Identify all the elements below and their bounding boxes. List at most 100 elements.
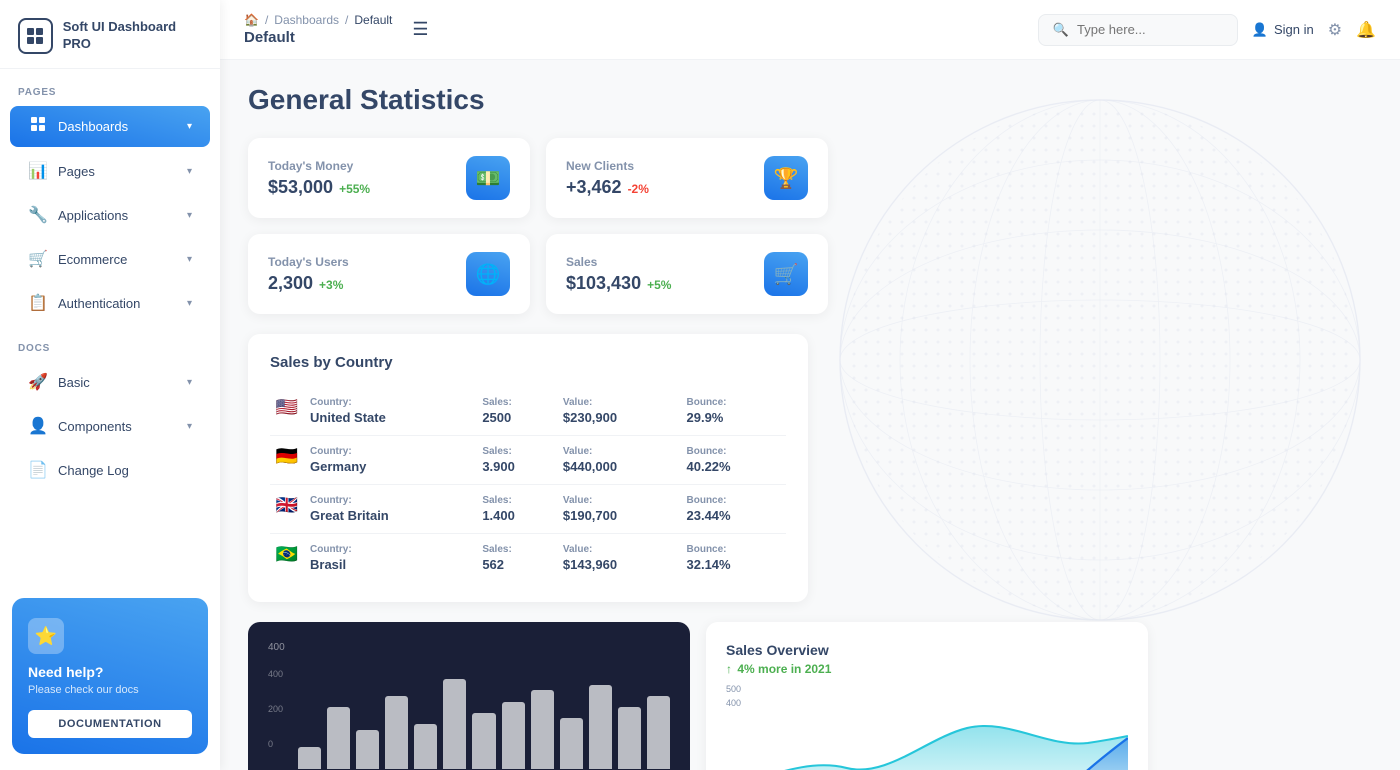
search-icon: 🔍 <box>1053 22 1069 38</box>
value-cell: Value:$190,700 <box>559 485 683 534</box>
stat-value-sales: $103,430 <box>566 273 641 294</box>
breadcrumb-parent[interactable]: Dashboards <box>274 13 339 27</box>
main-content: 🏠 / Dashboards / Default Default ☰ 🔍 👤 S… <box>220 0 1400 770</box>
country-cell: Country:United State <box>306 387 478 436</box>
flag-icon: 🇬🇧 <box>274 495 300 515</box>
flag-icon: 🇩🇪 <box>274 446 300 466</box>
bar <box>385 696 408 769</box>
value-cell: Value:$230,900 <box>559 387 683 436</box>
line-chart-area <box>726 718 1128 770</box>
sales-cell: Sales:2500 <box>478 387 559 436</box>
help-title: Need help? <box>28 664 103 680</box>
sales-by-country-title: Sales by Country <box>270 354 786 371</box>
sidebar-item-components[interactable]: 👤 Components ▾ <box>10 406 210 446</box>
home-icon: 🏠 <box>244 13 259 27</box>
breadcrumb-links: 🏠 / Dashboards / Default <box>244 13 392 27</box>
bar-chart-card: 400 400 200 0 <box>248 622 690 770</box>
topbar: 🏠 / Dashboards / Default Default ☰ 🔍 👤 S… <box>220 0 1400 60</box>
bar <box>647 696 670 769</box>
applications-icon: 🔧 <box>28 205 48 225</box>
bar <box>560 718 583 769</box>
stat-value-clients: +3,462 <box>566 177 622 198</box>
stats-row: Today's Money $53,000 +55% 💵 New Clients… <box>248 138 828 314</box>
stat-label-sales: Sales <box>566 255 671 269</box>
bar <box>531 690 554 769</box>
stat-card-users: Today's Users 2,300 +3% 🌐 <box>248 234 530 314</box>
bar <box>618 707 641 769</box>
bar <box>589 685 612 769</box>
sidebar-item-pages[interactable]: 📊 Pages ▾ <box>10 151 210 191</box>
sidebar-section-docs: DOCS <box>0 325 220 360</box>
stat-icon-money: 💵 <box>466 156 510 200</box>
bounce-cell: Bounce:40.22% <box>683 436 787 485</box>
changelog-icon: 📄 <box>28 460 48 480</box>
sidebar-item-label-dashboards: Dashboards <box>58 119 128 134</box>
arrow-up-icon: ↑ <box>726 662 732 676</box>
stat-icon-users: 🌐 <box>466 252 510 296</box>
table-row: 🇧🇷 Country:Brasil Sales:562 Value:$143,9… <box>270 534 786 583</box>
table-row: 🇺🇸 Country:United State Sales:2500 Value… <box>270 387 786 436</box>
flag-icon: 🇺🇸 <box>274 397 300 417</box>
value-cell: Value:$143,960 <box>559 534 683 583</box>
breadcrumb-current: Default <box>354 13 392 27</box>
stat-change-clients: -2% <box>628 182 649 196</box>
stat-card-sales: Sales $103,430 +5% 🛒 <box>546 234 828 314</box>
stat-icon-sales: 🛒 <box>764 252 808 296</box>
help-subtitle: Please check our docs <box>28 684 139 696</box>
search-box[interactable]: 🔍 <box>1038 14 1238 46</box>
user-circle-icon: 👤 <box>1252 22 1268 38</box>
stat-icon-clients: 🏆 <box>764 156 808 200</box>
basic-chevron: ▾ <box>187 377 192 388</box>
bar <box>502 702 525 770</box>
help-star-icon: ⭐ <box>28 618 64 654</box>
bar <box>327 707 350 769</box>
documentation-button[interactable]: DOCUMENTATION <box>28 710 192 738</box>
sales-cell: Sales:1.400 <box>478 485 559 534</box>
search-input[interactable] <box>1077 22 1217 37</box>
stat-change-users: +3% <box>319 278 343 292</box>
sales-cell: Sales:3.900 <box>478 436 559 485</box>
globe-decoration: /* dots generated inline below */ <box>800 60 1400 690</box>
y-label-200: 200 <box>268 704 283 714</box>
logo-text: Soft UI Dashboard PRO <box>63 19 202 53</box>
sidebar: Soft UI Dashboard PRO PAGES Dashboards ▾… <box>0 0 220 770</box>
components-chevron: ▾ <box>187 421 192 432</box>
sidebar-item-changelog[interactable]: 📄 Change Log <box>10 450 210 490</box>
components-icon: 👤 <box>28 416 48 436</box>
authentication-chevron: ▾ <box>187 298 192 309</box>
sidebar-item-authentication[interactable]: 📋 Authentication ▾ <box>10 283 210 323</box>
country-cell: Country:Germany <box>306 436 478 485</box>
flag-icon: 🇧🇷 <box>274 544 300 564</box>
country-cell: Country:Brasil <box>306 534 478 583</box>
sales-by-country-card: Sales by Country 🇺🇸 Country:United State… <box>248 334 808 602</box>
sidebar-section-pages: PAGES <box>0 69 220 104</box>
sidebar-item-applications[interactable]: 🔧 Applications ▾ <box>10 195 210 235</box>
authentication-icon: 📋 <box>28 293 48 313</box>
sidebar-item-dashboards[interactable]: Dashboards ▾ <box>10 106 210 147</box>
bar <box>356 730 379 769</box>
sidebar-item-label-components: Components <box>58 419 132 434</box>
sales-cell: Sales:562 <box>478 534 559 583</box>
stat-label-users: Today's Users <box>268 255 349 269</box>
bar <box>443 679 466 769</box>
sales-overview-title: Sales Overview <box>726 642 1128 658</box>
sidebar-item-dashboards-left: Dashboards <box>28 116 128 137</box>
value-cell: Value:$440,000 <box>559 436 683 485</box>
sidebar-item-ecommerce[interactable]: 🛒 Ecommerce ▾ <box>10 239 210 279</box>
dashboards-icon <box>28 116 48 137</box>
bounce-cell: Bounce:23.44% <box>683 485 787 534</box>
stat-card-money: Today's Money $53,000 +55% 💵 <box>248 138 530 218</box>
page-title-breadcrumb: Default <box>244 29 392 46</box>
stat-label-money: Today's Money <box>268 159 370 173</box>
sidebar-item-basic[interactable]: 🚀 Basic ▾ <box>10 362 210 402</box>
sign-in-button[interactable]: 👤 Sign in <box>1252 22 1314 38</box>
logo-icon <box>18 18 53 54</box>
stat-label-clients: New Clients <box>566 159 649 173</box>
breadcrumb: 🏠 / Dashboards / Default Default <box>244 13 392 46</box>
settings-icon[interactable]: ⚙ <box>1328 20 1342 40</box>
y-label-400: 400 <box>268 669 283 679</box>
hamburger-icon[interactable]: ☰ <box>412 19 428 40</box>
notification-icon[interactable]: 🔔 <box>1356 20 1376 40</box>
bar <box>472 713 495 769</box>
stat-card-clients: New Clients +3,462 -2% 🏆 <box>546 138 828 218</box>
